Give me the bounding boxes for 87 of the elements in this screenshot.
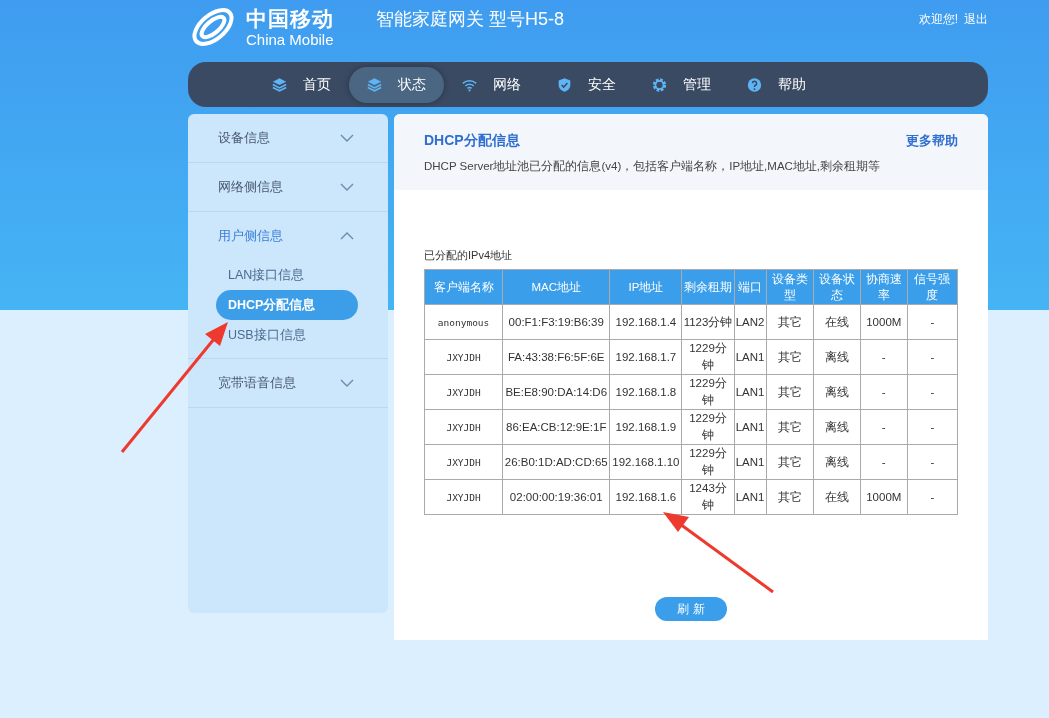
settings-icon — [652, 75, 667, 94]
logo-text: 中国移动 — [246, 6, 334, 32]
table-cell: - — [907, 339, 958, 375]
table-cell: 1000M — [860, 479, 908, 515]
column-header: MAC地址 — [502, 269, 610, 305]
section-description: DHCP Server地址池已分配的信息(v4)，包括客户端名称，IP地址,MAC地址,剩余租期等 — [424, 159, 882, 174]
table-cell: LAN1 — [734, 444, 767, 480]
table-cell: JXYJDH — [424, 444, 503, 480]
table-cell: 192.168.1.7 — [609, 339, 682, 375]
nav-tab[interactable]: 首页 — [254, 66, 349, 103]
table-cell: - — [907, 479, 958, 515]
help-link[interactable]: 更多帮助 — [906, 132, 958, 150]
table-cell: 1000M — [860, 304, 908, 340]
section-title: DHCP分配信息 — [424, 132, 520, 150]
help-icon — [747, 75, 762, 94]
nav-tab[interactable]: 管理 — [634, 66, 729, 103]
table-cell: LAN1 — [734, 409, 767, 445]
table-cell: 离线 — [813, 374, 861, 410]
sidebar-item[interactable]: 宽带语音信息 — [188, 359, 388, 407]
table-cell: anonymous — [424, 304, 503, 340]
nav-tab[interactable]: 网络 — [444, 66, 539, 103]
table-cell: 192.168.1.9 — [609, 409, 682, 445]
page-title: 智能家庭网关 型号H5-8 — [376, 8, 565, 31]
column-header: 客户端名称 — [424, 269, 503, 305]
table-caption: 已分配的IPv4地址 — [424, 248, 513, 263]
nav-tab[interactable]: 帮助 — [729, 66, 824, 103]
table-cell: - — [860, 374, 908, 410]
table-cell: - — [907, 374, 958, 410]
table-cell: 在线 — [813, 304, 861, 340]
table-cell: 86:EA:CB:12:9E:1F — [502, 409, 610, 445]
table-cell: - — [907, 304, 958, 340]
table-cell: 192.168.1.10 — [609, 444, 682, 480]
column-header: 设备状态 — [813, 269, 861, 305]
sidebar-subitem[interactable]: LAN接口信息 — [228, 264, 305, 286]
welcome-text: 欢迎您! — [918, 11, 958, 28]
table-cell: JXYJDH — [424, 374, 503, 410]
column-header: 设备类型 — [766, 269, 814, 305]
table-cell: 02:00:00:19:36:01 — [502, 479, 610, 515]
column-header: IP地址 — [609, 269, 682, 305]
table-cell: 1229分钟 — [681, 374, 735, 410]
table-cell: - — [860, 409, 908, 445]
sidebar-item[interactable]: 用户侧信息 — [188, 212, 388, 260]
layers-icon — [367, 75, 382, 94]
nav-tab[interactable]: 安全 — [539, 66, 634, 103]
table-cell: 其它 — [766, 339, 814, 375]
table-cell: 其它 — [766, 304, 814, 340]
table-cell: LAN1 — [734, 374, 767, 410]
table-cell: 离线 — [813, 444, 861, 480]
table-cell: FA:43:38:F6:5F:6E — [502, 339, 610, 375]
table-cell: 192.168.1.8 — [609, 374, 682, 410]
nav-tab[interactable]: 状态 — [349, 66, 444, 103]
table-cell: - — [860, 444, 908, 480]
table-cell: 00:F1:F3:19:B6:39 — [502, 304, 610, 340]
column-header: 剩余租期 — [681, 269, 735, 305]
column-header: 信号强度 — [907, 269, 958, 305]
table-cell: LAN1 — [734, 479, 767, 515]
layers-icon — [272, 75, 287, 94]
table-cell: 其它 — [766, 409, 814, 445]
table-cell: LAN1 — [734, 339, 767, 375]
sidebar-item[interactable]: 设备信息 — [188, 114, 388, 162]
shield-icon — [557, 75, 572, 94]
column-header: 端口 — [734, 269, 767, 305]
table-cell: LAN2 — [734, 304, 767, 340]
table-cell: JXYJDH — [424, 479, 503, 515]
table-cell: BE:E8:90:DA:14:D6 — [502, 374, 610, 410]
table-cell: 其它 — [766, 479, 814, 515]
table-cell: 192.168.1.4 — [609, 304, 682, 340]
table-cell: - — [907, 409, 958, 445]
table-cell: 26:B0:1D:AD:CD:65 — [502, 444, 610, 480]
table-cell: 其它 — [766, 374, 814, 410]
table-cell: 离线 — [813, 339, 861, 375]
table-cell: 1229分钟 — [681, 444, 735, 480]
table-cell: 离线 — [813, 409, 861, 445]
table-cell: 1123分钟 — [681, 304, 735, 340]
table-cell: 1243分钟 — [681, 479, 735, 515]
sidebar-subitem[interactable]: USB接口信息 — [228, 324, 306, 346]
table-cell: - — [860, 339, 908, 375]
table-cell: - — [907, 444, 958, 480]
table-cell: 1229分钟 — [681, 409, 735, 445]
table-cell: JXYJDH — [424, 339, 503, 375]
table-cell: 在线 — [813, 479, 861, 515]
table-cell: JXYJDH — [424, 409, 503, 445]
logo-subtitle: China Mobile — [246, 32, 334, 48]
table-cell: 1229分钟 — [681, 339, 735, 375]
column-header: 协商速率 — [860, 269, 908, 305]
sidebar-item[interactable]: 网络侧信息 — [188, 163, 388, 211]
table-cell: 其它 — [766, 444, 814, 480]
